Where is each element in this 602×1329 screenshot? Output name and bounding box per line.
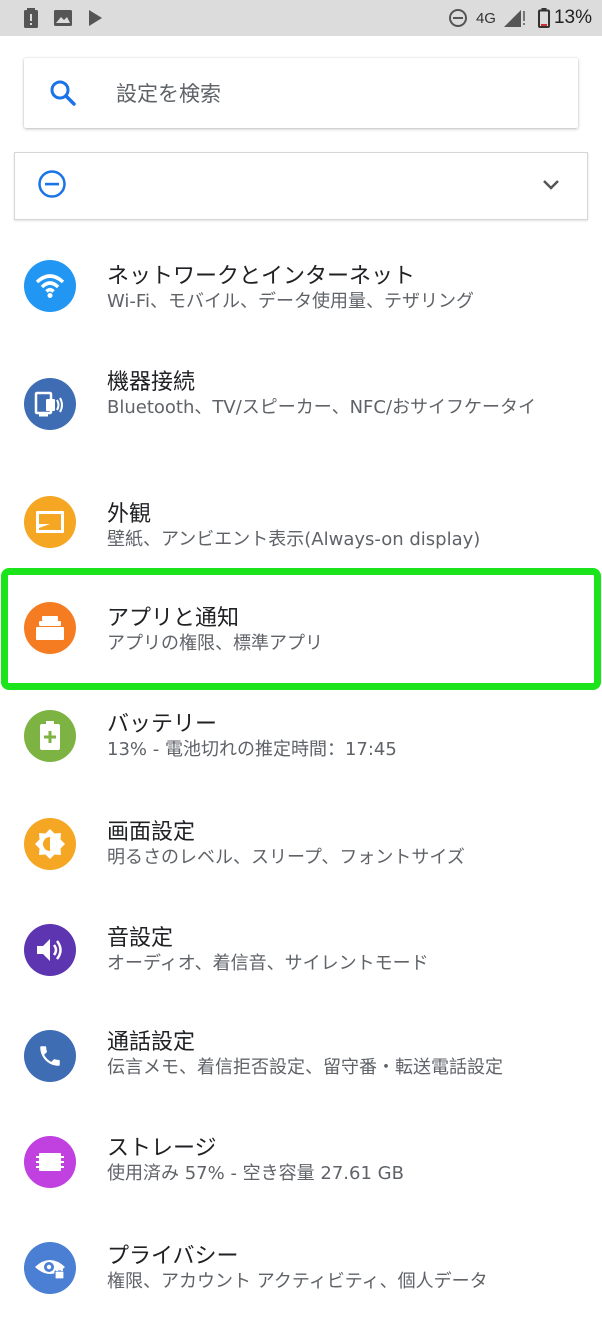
setting-subtitle: Bluetooth、TV/スピーカー、NFC/おサイフケータイ <box>107 397 537 418</box>
connected-devices-icon <box>24 378 76 430</box>
setting-apps-notifications[interactable]: アプリと通知 アプリの権限、標準アプリ <box>0 572 602 680</box>
setting-subtitle: Wi-Fi、モバイル、データ使用量、テザリング <box>107 291 474 312</box>
alert-battery-icon <box>24 8 38 28</box>
status-bar: 4G 13% <box>0 0 602 36</box>
image-icon <box>54 10 72 26</box>
status-left <box>24 8 118 28</box>
setting-title: 外観 <box>107 502 152 527</box>
brightness-icon <box>24 818 76 870</box>
do-not-disturb-icon <box>448 8 468 28</box>
do-not-disturb-icon <box>37 169 67 203</box>
setting-title: 音設定 <box>107 926 174 951</box>
setting-display[interactable]: 画面設定 明るさのレベル、スリープ、フォントサイズ <box>0 788 602 894</box>
setting-subtitle: 13% - 電池切れの推定時間：17:45 <box>107 739 397 760</box>
setting-call[interactable]: 通話設定 伝言メモ、着信拒否設定、留守番・転送電話設定 <box>0 1000 602 1106</box>
search-placeholder: 設定を検索 <box>116 82 221 106</box>
setting-privacy[interactable]: プライバシー 権限、アカウント アクティビティ、個人データ <box>0 1212 602 1318</box>
do-not-disturb-banner[interactable] <box>14 152 588 220</box>
wifi-icon <box>24 260 76 312</box>
setting-title: ネットワークとインターネット <box>107 264 416 289</box>
apps-icon <box>24 602 76 654</box>
setting-subtitle: 伝言メモ、着信拒否設定、留守番・転送電話設定 <box>107 1057 503 1078</box>
setting-title: 通話設定 <box>107 1030 196 1055</box>
privacy-icon <box>24 1242 76 1294</box>
volume-icon <box>24 924 76 976</box>
setting-title: バッテリー <box>107 712 218 737</box>
setting-storage[interactable]: ストレージ 使用済み 57% - 空き容量 27.61 GB <box>0 1106 602 1212</box>
battery-percent: 13% <box>553 7 592 28</box>
chevron-down-icon[interactable] <box>541 177 561 196</box>
setting-title: 機器接続 <box>107 370 196 395</box>
setting-subtitle: 使用済み 57% - 空き容量 27.61 GB <box>107 1163 404 1184</box>
setting-subtitle: オーディオ、着信音、サイレントモード <box>107 953 429 974</box>
setting-subtitle: 権限、アカウント アクティビティ、個人データ <box>107 1271 488 1292</box>
battery-icon <box>537 8 550 28</box>
setting-title: プライバシー <box>107 1244 239 1269</box>
phone-icon <box>24 1030 76 1082</box>
signal-icon <box>503 9 526 27</box>
setting-battery[interactable]: バッテリー 13% - 電池切れの推定時間：17:45 <box>0 680 602 788</box>
network-type: 4G <box>475 9 496 27</box>
search-icon <box>48 78 78 108</box>
setting-network-internet[interactable]: ネットワークとインターネット Wi-Fi、モバイル、データ使用量、テザリング <box>0 234 602 338</box>
setting-title: アプリと通知 <box>107 606 240 631</box>
battery-icon <box>24 710 76 762</box>
play-store-icon <box>88 10 102 26</box>
setting-subtitle: 明るさのレベル、スリープ、フォントサイズ <box>107 847 465 868</box>
status-right: 4G 13% <box>440 7 592 29</box>
setting-title: ストレージ <box>107 1136 217 1161</box>
setting-subtitle: アプリの権限、標準アプリ <box>107 633 323 654</box>
setting-connected-devices[interactable]: 機器接続 Bluetooth、TV/スピーカー、NFC/おサイフケータイ <box>0 338 602 468</box>
search-bar[interactable]: 設定を検索 <box>24 58 578 128</box>
wallpaper-icon <box>24 496 76 548</box>
setting-subtitle: 壁紙、アンビエント表示(Always-on display) <box>107 529 481 550</box>
storage-icon <box>24 1136 76 1188</box>
setting-sound[interactable]: 音設定 オーディオ、着信音、サイレントモード <box>0 894 602 1000</box>
setting-appearance[interactable]: 外観 壁紙、アンビエント表示(Always-on display) <box>0 468 602 572</box>
setting-title: 画面設定 <box>107 820 196 845</box>
